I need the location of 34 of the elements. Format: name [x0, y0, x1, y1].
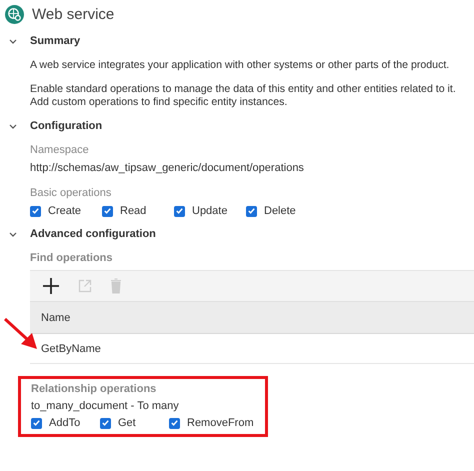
- checkbox-label[interactable]: Delete: [264, 205, 296, 217]
- checkbox[interactable]: [246, 206, 257, 216]
- field-label: Basic operations: [30, 187, 112, 199]
- globe-gear-icon: [5, 4, 24, 24]
- checkbox-label[interactable]: RemoveFrom: [187, 417, 254, 429]
- checkbox[interactable]: [169, 418, 180, 428]
- namespace-value: http://schemas/aw_tipsaw_generic/document/operations: [30, 162, 305, 174]
- field-label: Namespace: [30, 144, 90, 156]
- table-cell[interactable]: GetByName: [41, 342, 101, 354]
- checkbox[interactable]: [102, 206, 113, 216]
- section-title[interactable]: Summary: [30, 35, 80, 47]
- description-text: A web service integrates your application with other systems or other parts of the product.: [30, 59, 450, 72]
- section-title[interactable]: Configuration: [30, 120, 102, 132]
- checkbox[interactable]: [174, 206, 185, 216]
- section-title[interactable]: Advanced configuration: [30, 228, 156, 240]
- checkbox-label[interactable]: Get: [118, 417, 136, 429]
- arrow-icon: [4, 318, 38, 350]
- column-header[interactable]: Name: [30, 312, 70, 324]
- checkbox-label[interactable]: Create: [48, 205, 82, 217]
- chevron-icon[interactable]: [9, 124, 17, 128]
- chevron-icon[interactable]: [9, 38, 17, 44]
- relationship-name: to_many_document - To many: [31, 400, 180, 412]
- field-label: Relationship operations: [31, 383, 158, 395]
- field-label: Find operations: [30, 252, 114, 264]
- checkbox[interactable]: [100, 418, 111, 428]
- checkbox-label[interactable]: Read: [120, 205, 146, 217]
- description-text: Enable standard operations to manage the data of this entity and other entities related to it. Add custom operations to find specific entity instances.: [30, 83, 457, 109]
- checkbox[interactable]: [30, 206, 41, 216]
- chevron-icon[interactable]: [9, 232, 17, 236]
- add-icon[interactable]: [42, 277, 60, 295]
- checkbox-label[interactable]: Update: [192, 205, 228, 217]
- checkbox-label[interactable]: AddTo: [49, 417, 80, 429]
- checkbox[interactable]: [31, 418, 42, 428]
- page-title: Web service: [32, 6, 114, 22]
